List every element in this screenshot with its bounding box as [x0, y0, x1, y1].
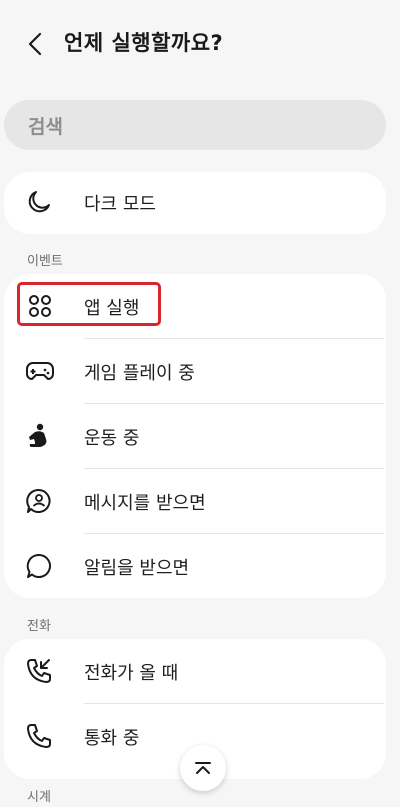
general-card: 다크 모드	[4, 172, 386, 234]
section-header-phone: 전화	[27, 619, 51, 634]
section-header-clock: 시계	[27, 790, 51, 805]
search-label: 검색	[28, 115, 63, 138]
app-header: 언제 실행할까요?	[0, 0, 400, 88]
list-item-exercising[interactable]: 운동 중	[4, 404, 386, 468]
search-bar[interactable]: 검색	[4, 100, 386, 150]
list-item-label: 전화가 올 때	[84, 663, 179, 684]
list-item-label: 알림을 받으면	[84, 558, 190, 579]
back-arrow-icon	[28, 32, 42, 56]
moon-icon	[28, 191, 50, 213]
incoming-call-icon	[27, 659, 51, 683]
message-icon	[26, 488, 51, 513]
list-item-label: 다크 모드	[84, 194, 156, 215]
list-item-game-playing[interactable]: 게임 플레이 중	[4, 339, 386, 403]
list-item-notification-received[interactable]: 알림을 받으면	[4, 534, 386, 598]
phone-icon	[27, 724, 51, 748]
list-item-message-received[interactable]: 메시지를 받으면	[4, 469, 386, 533]
back-button[interactable]	[24, 31, 46, 57]
section-header-event: 이벤트	[27, 254, 63, 269]
list-item-label: 통화 중	[84, 728, 140, 749]
scroll-to-top-icon	[195, 762, 211, 774]
list-item-label: 메시지를 받으면	[84, 493, 206, 514]
list-item-dark-mode[interactable]: 다크 모드	[4, 172, 386, 236]
list-item-label: 게임 플레이 중	[84, 363, 195, 384]
gamepad-icon	[26, 362, 54, 380]
list-item-incoming-call[interactable]: 전화가 올 때	[4, 639, 386, 703]
exercise-icon	[29, 423, 47, 447]
page-title: 언제 실행할까요?	[64, 31, 224, 55]
list-item-label: 운동 중	[84, 428, 140, 449]
highlight-box	[17, 282, 161, 326]
scroll-to-top-button[interactable]	[180, 745, 226, 791]
notification-bubble-icon	[26, 553, 51, 578]
